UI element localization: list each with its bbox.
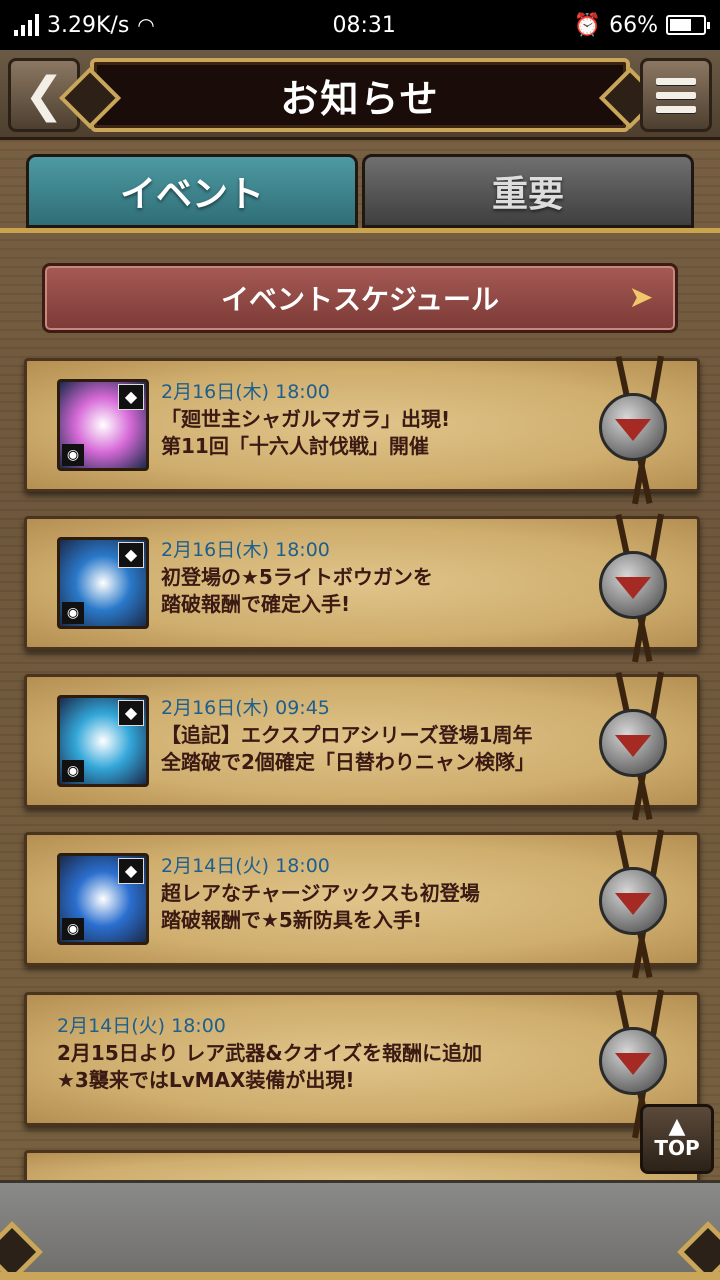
tab-bar: イベント 重要 [0, 140, 720, 233]
news-subline: 踏破報酬で★5新防具を入手! [161, 908, 422, 932]
news-headline: 「廻世主シャガルマガラ」出現! [161, 407, 451, 431]
weapon-type-icon: ◆ [118, 858, 144, 884]
news-text: 2月16日(木) 18:00 「廻世主シャガルマガラ」出現! 第11回「十六人討伐戦… [161, 379, 597, 460]
bottom-gold-line [0, 1272, 720, 1280]
weapon-type-icon: ◆ [118, 542, 144, 568]
chevron-down-icon [615, 735, 651, 757]
expand-button[interactable] [599, 709, 667, 777]
news-card[interactable]: 2月14日(火) 18:00 2月15日より レア武器&クオイズを報酬に追加 ★3襲… [24, 989, 700, 1139]
event-thumbnail: ◆ ◉ [57, 537, 149, 629]
tab-divider [0, 228, 720, 233]
title-frame: お知らせ [90, 58, 630, 132]
news-subline: 第11回「十六人討伐戦」開催 [161, 434, 429, 458]
network-speed: 3.29K/s [47, 12, 130, 38]
alarm-icon: ⏰ [573, 12, 602, 38]
tab-important[interactable]: 重要 [362, 154, 694, 228]
back-arrow-icon: ❮ [23, 67, 65, 123]
menu-icon-bar [656, 77, 696, 85]
news-text: 2月16日(木) 09:45 【追記】エクスプロアシリーズ登場1周年 全踏破で2個確… [161, 695, 597, 776]
arrow-right-icon: ➤ [628, 280, 654, 315]
clock: 08:31 [332, 12, 396, 38]
expand-button[interactable] [599, 393, 667, 461]
event-thumbnail: ◆ ◉ [57, 695, 149, 787]
news-date: 2月14日(火) 18:00 [57, 1015, 226, 1037]
status-bar: 3.29K/s ◠ 08:31 ⏰ 66% [0, 0, 720, 50]
wifi-icon: ◠ [137, 13, 155, 37]
scroll-top-button[interactable]: ▲ TOP [640, 1104, 714, 1174]
element-icon: ◉ [62, 760, 84, 782]
header-bar: ❮ お知らせ [0, 50, 720, 140]
news-text: 2月14日(火) 18:00 超レアなチャージアックスも初登場 踏破報酬で★5新防具… [161, 853, 597, 934]
event-thumbnail: ◆ ◉ [57, 853, 149, 945]
news-subline: ★3襲来ではLvMAX装備が出現! [57, 1068, 355, 1092]
news-headline: 2月15日より レア武器&クオイズを報酬に追加 [57, 1041, 483, 1065]
menu-icon-bar [656, 91, 696, 99]
battery-percent: 66% [609, 12, 658, 38]
news-card[interactable]: ◆ ◉ 2月16日(木) 18:00 初登場の★5ライトボウガンを 踏破報酬で確定入手! [24, 513, 700, 663]
element-icon: ◉ [62, 444, 84, 466]
scroll-top-label: TOP [654, 1136, 700, 1160]
bottom-bar [0, 1180, 720, 1280]
event-thumbnail: ◆ ◉ [57, 379, 149, 471]
chevron-down-icon [615, 1053, 651, 1075]
news-date: 2月16日(木) 18:00 [161, 381, 330, 403]
expand-button[interactable] [599, 867, 667, 935]
news-text: 2月14日(火) 18:00 2月15日より レア武器&クオイズを報酬に追加 ★3襲… [57, 1013, 597, 1094]
weapon-type-icon: ◆ [118, 700, 144, 726]
news-card[interactable]: ◆ ◉ 2月14日(火) 18:00 超レアなチャージアックスも初登場 踏破報酬で★5新… [24, 829, 700, 979]
news-date: 2月16日(木) 18:00 [161, 539, 330, 561]
tab-event[interactable]: イベント [26, 154, 358, 228]
expand-button[interactable] [599, 1027, 667, 1095]
news-headline: 【追記】エクスプロアシリーズ登場1周年 [161, 723, 533, 747]
battery-icon [666, 15, 710, 35]
element-icon: ◉ [62, 918, 84, 940]
event-schedule-button[interactable]: イベントスケジュール ➤ [42, 263, 678, 333]
element-icon: ◉ [62, 602, 84, 624]
chevron-down-icon [615, 577, 651, 599]
menu-button[interactable] [640, 58, 712, 132]
expand-button[interactable] [599, 551, 667, 619]
weapon-type-icon: ◆ [118, 384, 144, 410]
news-text: 2月16日(木) 18:00 初登場の★5ライトボウガンを 踏破報酬で確定入手! [161, 537, 597, 618]
news-subline: 踏破報酬で確定入手! [161, 592, 351, 616]
news-headline: 超レアなチャージアックスも初登場 [161, 881, 480, 905]
menu-icon-bar [656, 105, 696, 113]
news-subline: 全踏破で2個確定「日替わりニャン検隊」 [161, 750, 535, 774]
news-headline: 初登場の★5ライトボウガンを [161, 565, 433, 589]
news-date: 2月16日(木) 09:45 [161, 697, 330, 719]
chevron-up-icon: ▲ [668, 1114, 686, 1139]
event-schedule-label: イベントスケジュール [220, 283, 500, 316]
signal-icon [14, 14, 39, 36]
news-card[interactable]: ◆ ◉ 2月16日(木) 09:45 【追記】エクスプロアシリーズ登場1周年 全踏破で2… [24, 671, 700, 821]
news-date: 2月14日(火) 18:00 [161, 855, 330, 877]
chevron-down-icon [615, 893, 651, 915]
news-card[interactable]: ◆ ◉ 2月16日(木) 18:00 「廻世主シャガルマガラ」出現! 第11回「十六人討… [24, 355, 700, 505]
chevron-down-icon [615, 419, 651, 441]
page-title: お知らせ [280, 76, 440, 121]
